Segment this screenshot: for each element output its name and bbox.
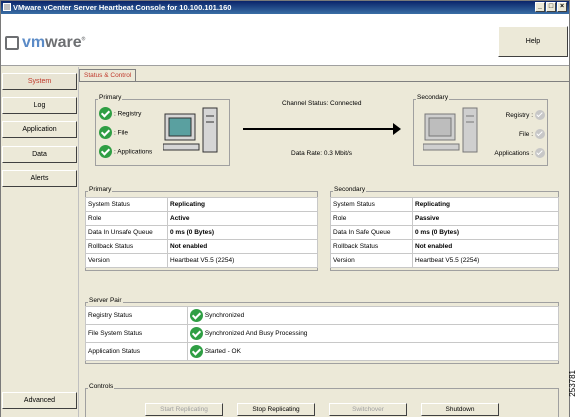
figure-number: 253781 [568,370,577,397]
table-row: Registry Status Synchronized [85,306,559,325]
secondary-file-check-icon [535,129,545,139]
primary-server-icon [163,107,218,153]
primary-table-title: Primary [88,186,113,193]
status-control-panel: Primary : Registry : File : Applications… [79,81,569,417]
primary-file-label: : File [113,129,129,137]
console-window: VMware vCenter Server Heartbeat Console … [0,0,570,417]
secondary-box-title: Secondary [416,94,450,101]
nav-system-button[interactable]: System [2,73,77,90]
table-row: Rollback Status Not enabled [330,239,559,254]
secondary-table-title: Secondary [333,186,367,193]
table-row: Role Active [85,211,318,226]
applications-check-icon [99,145,112,158]
shutdown-button[interactable]: Shutdown [421,403,499,416]
maximize-button[interactable]: □ [546,2,556,12]
data-rate: Data Rate: 0.3 Mbit/s [291,150,353,157]
controls-title: Controls [88,383,115,390]
switchover-button[interactable]: Switchover [329,403,407,416]
primary-registry-label: : Registry [113,110,142,118]
table-row: Role Passive [330,211,559,226]
vmware-logo: vmware® [5,34,85,52]
table-row: System Status Replicating [330,197,559,212]
secondary-applications-check-icon [535,148,545,158]
secondary-registry-label: Registry : [505,111,534,119]
table-row: Rollback Status Not enabled [85,239,318,254]
nav-advanced-button[interactable]: Advanced [2,392,77,409]
nav-alerts-button[interactable]: Alerts [2,170,77,187]
nav-application-button[interactable]: Application [2,121,77,138]
primary-applications-label: : Applications [113,148,153,156]
file-check-icon [99,126,112,139]
table-row: Data In Safe Queue 0 ms (0 Bytes) [330,225,559,240]
minimize-button[interactable]: _ [535,2,545,12]
table-row: File System Status Synchronized And Busy… [85,324,559,343]
table-row: Data In Unsafe Queue 0 ms (0 Bytes) [85,225,318,240]
stop-replicating-button[interactable]: Stop Replicating [237,403,315,416]
primary-box-title: Primary [98,94,123,101]
application-status-check-icon [190,345,203,358]
close-button[interactable]: × [557,2,567,12]
server-pair-table: Registry Status Synchronized File System… [85,306,559,361]
nav-data-button[interactable]: Data [2,146,77,163]
title-bar: VMware vCenter Server Heartbeat Console … [1,1,569,14]
server-pair-title: Server Pair [88,297,123,304]
tab-status-control[interactable]: Status & Control [79,69,137,81]
app-icon [3,3,11,11]
table-row: Application Status Started - OK [85,342,559,361]
registry-sync-check-icon [190,309,203,322]
table-row: System Status Replicating [85,197,318,212]
primary-details-table: System Status Replicating Role Active Data… [85,197,318,268]
table-row: Version Heartbeat V5.5 (2254) [330,253,559,268]
secondary-details-table: System Status Replicating Role Passive Dat… [330,197,559,268]
secondary-file-label: File : [518,130,534,138]
table-row: Version Heartbeat V5.5 (2254) [85,253,318,268]
logo-mark-icon [5,36,19,50]
help-button[interactable]: Help [498,26,568,57]
channel-status: Channel Status: Connected [282,100,362,107]
replication-arrow-icon [243,123,401,135]
start-replicating-button[interactable]: Start Replicating [145,403,223,416]
sidebar-nav: System Log Application Data Alerts Advan… [1,67,79,417]
secondary-registry-check-icon [535,110,545,120]
registry-check-icon [99,107,112,120]
secondary-applications-label: Applications : [494,149,534,157]
secondary-server-icon [423,107,478,153]
nav-log-button[interactable]: Log [2,97,77,114]
header: vmware® Help [1,14,569,66]
file-system-check-icon [190,327,203,340]
window-title: VMware vCenter Server Heartbeat Console … [13,3,232,12]
